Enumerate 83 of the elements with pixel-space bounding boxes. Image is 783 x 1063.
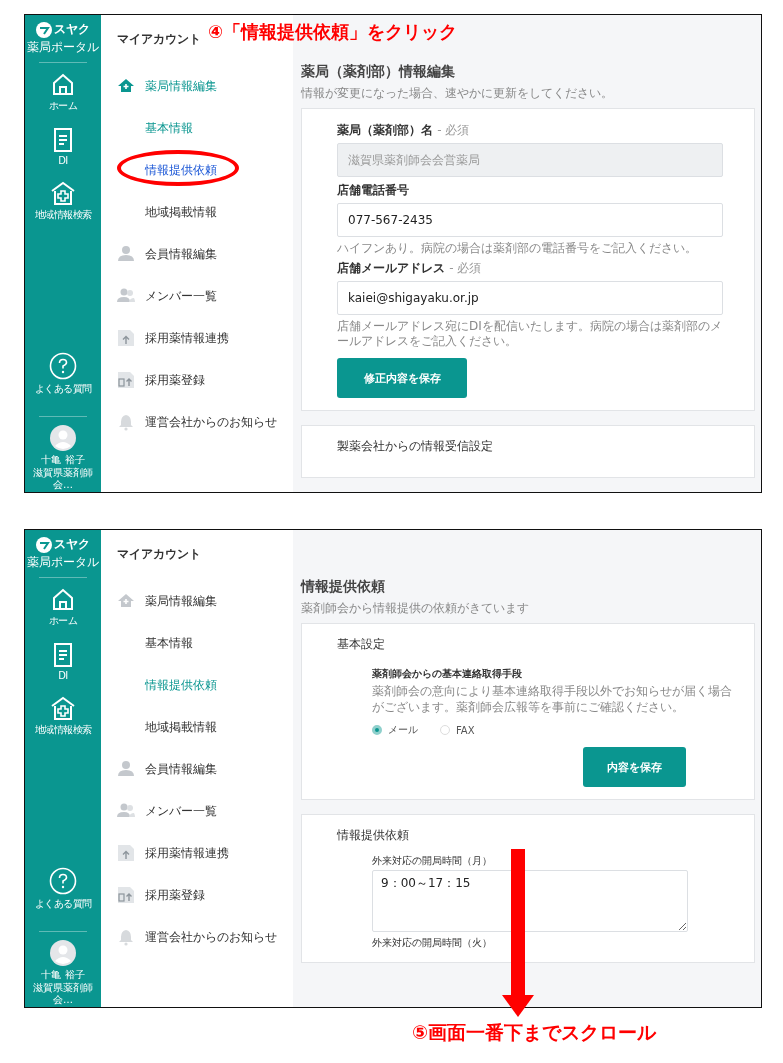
save-button[interactable]: 修正内容を保存 [337, 358, 467, 399]
logo-text: スヤク [54, 21, 90, 38]
instruction-text: ⑤画面一番下までスクロール [412, 1020, 658, 1045]
input-field[interactable]: kaiei@shigayaku.or.jp [337, 281, 723, 316]
question-icon [49, 867, 77, 895]
menu-item[interactable]: 採用薬情報連携 [117, 832, 293, 874]
rail-nav-item[interactable]: 地域情報検索 [34, 180, 92, 222]
instruction-text: ④「情報提供依頼」をクリック [208, 20, 458, 44]
page-subtitle: 薬剤師会から情報提供の依頼がきています [301, 600, 530, 617]
rail-nav-item[interactable]: 地域情報検索 [34, 695, 92, 737]
menu-item[interactable]: 基本情報 [117, 622, 293, 664]
input-field[interactable]: 077-567-2435 [337, 203, 723, 237]
user-name: 十亀 裕子 [41, 968, 85, 982]
menu-item[interactable]: 採用薬登録 [117, 874, 293, 916]
bell-icon [117, 413, 135, 431]
user-name: 十亀 裕子 [41, 453, 85, 467]
upload-document-icon [117, 329, 135, 347]
radio-option[interactable]: FAX [440, 723, 475, 738]
card-title: 製薬会社からの情報受信設定 [337, 438, 494, 456]
menu-item[interactable]: 情報提供依頼 [117, 149, 293, 191]
menu-item[interactable]: メンバー一覧 [117, 275, 293, 317]
home-icon [50, 71, 76, 97]
logo-icon [36, 21, 52, 38]
person-icon [117, 245, 135, 263]
help-link[interactable]: よくある質問 [34, 867, 92, 911]
menu-item[interactable]: 情報提供依頼 [117, 664, 293, 706]
setting-description: 薬剤師会の意向により基本連絡取得手段以外でお知らせが届く場合がございます。薬剤師会広報等を事前にご確認ください。 [372, 683, 732, 716]
rail-nav-item[interactable]: ホーム [48, 586, 78, 628]
menu-item[interactable]: 基本情報 [117, 107, 293, 149]
menu-item[interactable]: 採用薬情報連携 [117, 317, 293, 359]
rail-nav-item[interactable]: DI [50, 127, 76, 166]
logo-subtitle: 薬局ポータル [27, 39, 99, 56]
page-title: 薬局（薬剤部）情報編集 [301, 63, 456, 81]
menu-item[interactable]: メンバー一覧 [117, 790, 293, 832]
menu-item[interactable]: 運営会社からのお知らせ [117, 401, 293, 443]
upload-document-icon [117, 844, 135, 862]
logo-text: スヤク [54, 536, 90, 553]
setting-label: 薬剤師会からの基本連絡取得手段 [372, 667, 523, 681]
question-icon [49, 352, 77, 380]
menu-item[interactable]: 採用薬登録 [117, 359, 293, 401]
card-title: 情報提供依頼 [337, 827, 410, 845]
field-label: 店舗メールアドレス - 必須 [337, 260, 483, 278]
field-label: 外来対応の開局時間（月） [372, 854, 493, 869]
logo-subtitle: 薬局ポータル [27, 554, 99, 571]
people-icon [117, 802, 135, 820]
menu-heading: マイアカウント [117, 546, 201, 563]
user-organization: 滋賀県薬剤師会… [33, 982, 93, 1005]
rail-nav-item[interactable]: DI [50, 642, 76, 681]
text-area[interactable]: 9：00～17：15 [372, 870, 688, 933]
field-label: 外来対応の開局時間（火） [372, 936, 493, 951]
rail-nav-item[interactable]: ホーム [48, 71, 78, 113]
people-icon [117, 287, 135, 305]
hospital-icon [50, 180, 76, 206]
home-icon [50, 586, 76, 612]
menu-item[interactable]: 運営会社からのお知らせ [117, 916, 293, 958]
document-upload-icon [117, 886, 135, 904]
menu-item[interactable]: 地域掲載情報 [117, 191, 293, 233]
logo-icon [36, 536, 52, 553]
menu-item[interactable]: 会員情報編集 [117, 748, 293, 790]
page-title: 情報提供依頼 [301, 578, 386, 596]
field-label: 薬局（薬剤部）名 - 必須 [337, 122, 471, 139]
menu-item[interactable]: 薬局情報編集 [117, 65, 293, 107]
person-icon [117, 760, 135, 778]
house-plus-icon [117, 592, 135, 610]
radio-option[interactable]: メール [372, 723, 418, 738]
help-text: ハイフンあり。病院の場合は薬剤部の電話番号をご記入ください。 [337, 241, 698, 256]
help-text: 店舗メールアドレス宛にDIを配信いたします。病院の場合は薬剤部のメールアドレスをご記入ください。 [337, 319, 723, 349]
hospital-icon [50, 695, 76, 721]
field-label: 店舗電話番号 [337, 182, 410, 199]
house-plus-icon [117, 77, 135, 95]
bell-icon [117, 928, 135, 946]
save-button[interactable]: 内容を保存 [583, 747, 686, 788]
page-subtitle: 情報が変更になった場合、速やかに更新をしてください。 [301, 85, 614, 102]
avatar-icon [50, 940, 76, 966]
menu-item[interactable]: 地域掲載情報 [117, 706, 293, 748]
menu-item[interactable]: 薬局情報編集 [117, 580, 293, 622]
menu-heading: マイアカウント [117, 31, 201, 48]
document-upload-icon [117, 371, 135, 389]
card-title: 基本設定 [337, 636, 386, 653]
avatar-icon [50, 425, 76, 451]
user-organization: 滋賀県薬剤師会… [33, 467, 93, 490]
menu-item[interactable]: 会員情報編集 [117, 233, 293, 275]
help-link[interactable]: よくある質問 [34, 352, 92, 396]
